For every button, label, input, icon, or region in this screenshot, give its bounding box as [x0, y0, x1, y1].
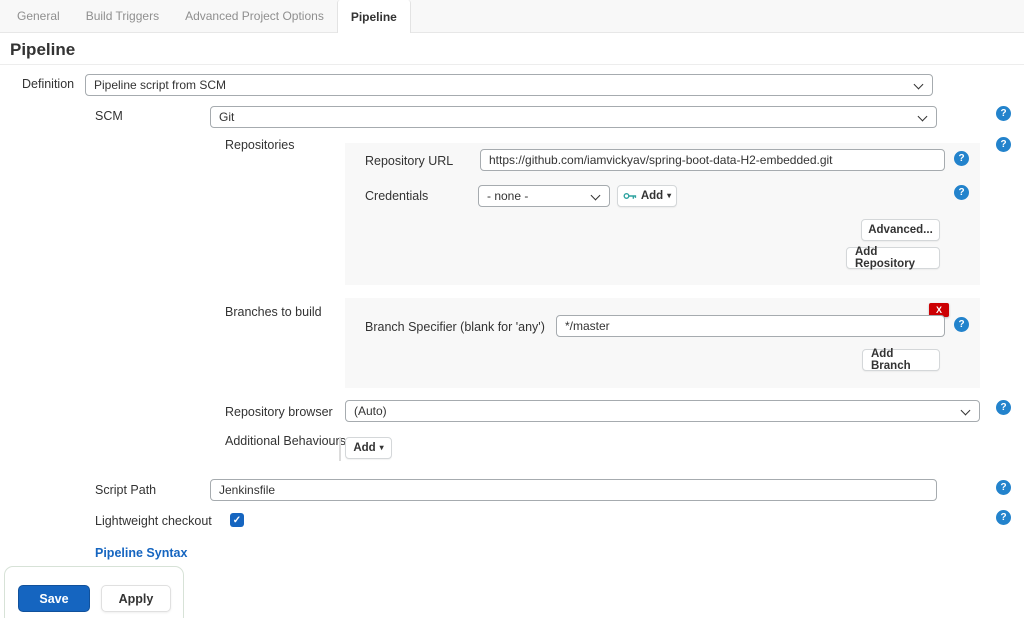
- branches-block: [345, 298, 980, 388]
- scm-label: SCM: [95, 109, 123, 123]
- branch-specifier-help-icon[interactable]: ?: [954, 317, 969, 332]
- add-repository-button[interactable]: Add Repository: [846, 246, 940, 270]
- additional-behaviours-section: Add ▾: [339, 437, 392, 461]
- script-path-input[interactable]: [210, 479, 937, 501]
- tab-advanced-project-options[interactable]: Advanced Project Options: [172, 0, 337, 32]
- repository-url-input[interactable]: [480, 149, 945, 171]
- branch-specifier-input[interactable]: [556, 315, 945, 337]
- lightweight-checkout-checkbox[interactable]: ✓: [230, 513, 244, 527]
- repositories-label: Repositories: [225, 138, 295, 152]
- caret-down-icon: ▾: [667, 191, 672, 200]
- page-title: Pipeline: [10, 40, 76, 59]
- add-branch-button[interactable]: Add Branch: [862, 348, 940, 372]
- add-credentials-button[interactable]: Add ▾: [617, 185, 677, 207]
- repository-url-label: Repository URL: [365, 154, 454, 168]
- key-icon: [623, 191, 637, 201]
- tab-general[interactable]: General: [4, 0, 73, 32]
- repositories-help-icon[interactable]: ?: [996, 137, 1011, 152]
- credentials-help-icon[interactable]: ?: [954, 185, 969, 200]
- repository-browser-label: Repository browser: [225, 405, 333, 419]
- pipeline-syntax-link[interactable]: Pipeline Syntax: [95, 546, 187, 560]
- caret-down-icon: ▾: [379, 443, 384, 452]
- repository-browser-help-icon[interactable]: ?: [996, 400, 1011, 415]
- credentials-label: Credentials: [365, 189, 429, 203]
- repository-url-help-icon[interactable]: ?: [954, 151, 969, 166]
- script-path-help-icon[interactable]: ?: [996, 480, 1011, 495]
- config-tab-bar: General Build Triggers Advanced Project …: [0, 0, 1024, 33]
- add-behaviour-button[interactable]: Add ▾: [345, 437, 392, 459]
- add-credentials-button-label: Add: [640, 190, 664, 202]
- chevron-down-icon: [917, 111, 928, 122]
- definition-label: Definition: [22, 77, 75, 91]
- credentials-select[interactable]: - none -: [478, 185, 610, 207]
- branch-specifier-label: Branch Specifier (blank for 'any'): [365, 320, 545, 334]
- tab-pipeline[interactable]: Pipeline: [336, 0, 411, 33]
- apply-button[interactable]: Apply: [101, 585, 171, 612]
- scm-help-icon[interactable]: ?: [996, 106, 1011, 121]
- branches-to-build-label: Branches to build: [225, 305, 322, 319]
- definition-select[interactable]: Pipeline script from SCM: [85, 74, 933, 96]
- save-button[interactable]: Save: [18, 585, 90, 612]
- repository-browser-select[interactable]: (Auto): [345, 400, 980, 422]
- add-behaviour-button-label: Add: [353, 442, 376, 454]
- repository-browser-select-value: (Auto): [354, 404, 387, 418]
- lightweight-checkout-help-icon[interactable]: ?: [996, 510, 1011, 525]
- chevron-down-icon: [960, 405, 971, 416]
- chevron-down-icon: [913, 79, 924, 90]
- definition-select-value: Pipeline script from SCM: [94, 78, 227, 92]
- title-divider: [0, 64, 1024, 65]
- script-path-label: Script Path: [95, 483, 157, 497]
- pipeline-config-page: General Build Triggers Advanced Project …: [0, 0, 1024, 618]
- advanced-button[interactable]: Advanced...: [861, 219, 940, 241]
- lightweight-checkout-label: Lightweight checkout: [95, 514, 212, 528]
- credentials-select-value: - none -: [487, 189, 529, 203]
- scm-select[interactable]: Git: [210, 106, 937, 128]
- tab-build-triggers[interactable]: Build Triggers: [73, 0, 172, 32]
- chevron-down-icon: [590, 190, 601, 201]
- additional-behaviours-label: Additional Behaviours: [225, 434, 346, 448]
- scm-select-value: Git: [219, 110, 235, 124]
